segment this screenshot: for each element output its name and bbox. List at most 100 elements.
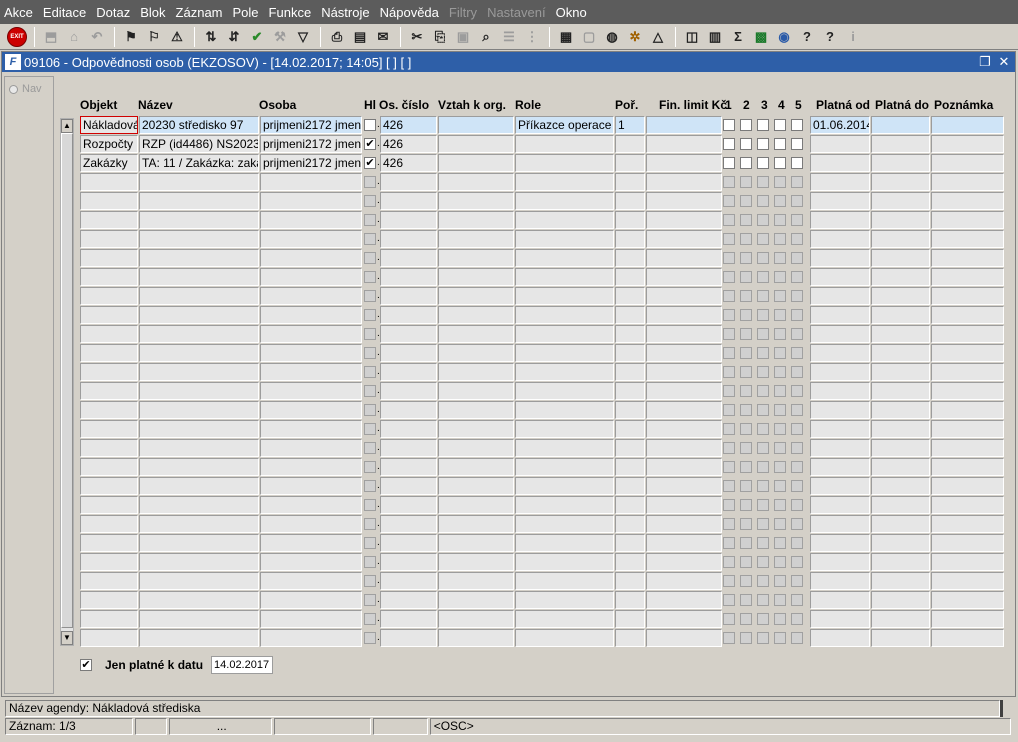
cell-osoba[interactable] <box>260 477 362 495</box>
cell-nazev[interactable] <box>139 591 259 609</box>
cell-vztah[interactable] <box>438 439 514 457</box>
cell-os-cislo[interactable] <box>380 420 437 438</box>
cell-platna-od[interactable] <box>810 382 870 400</box>
cell-por[interactable] <box>615 572 645 590</box>
cell-osoba[interactable] <box>260 249 362 267</box>
cell-nazev[interactable] <box>139 496 259 514</box>
table-row[interactable]: . <box>62 534 1008 553</box>
cell-platna-od[interactable] <box>810 439 870 457</box>
cell-poznamka[interactable] <box>931 249 1004 267</box>
hl-checkbox[interactable] <box>364 176 376 188</box>
cell-osoba[interactable] <box>260 306 362 324</box>
flag-2-checkbox[interactable] <box>740 499 752 511</box>
flag-4-checkbox[interactable] <box>774 575 786 587</box>
cell-objekt[interactable] <box>80 420 138 438</box>
cell-vztah[interactable] <box>438 591 514 609</box>
cell-vztah[interactable] <box>438 363 514 381</box>
cell-osoba[interactable]: prijmeni2172 jmeno2172 <box>260 116 362 134</box>
table-row[interactable]: RozpočtyRZP (id4486) NS20230 / 2014prijm… <box>62 135 1008 154</box>
flag-2-checkbox[interactable] <box>740 271 752 283</box>
menu-item-1[interactable]: Editace <box>43 5 86 20</box>
cell-osoba[interactable] <box>260 439 362 457</box>
flag-4-checkbox[interactable] <box>774 138 786 150</box>
cell-vztah[interactable] <box>438 192 514 210</box>
cell-platna-do[interactable] <box>871 135 930 153</box>
cell-objekt[interactable]: Rozpočty <box>80 135 138 153</box>
table-row[interactable]: . <box>62 287 1008 306</box>
table-row[interactable]: . <box>62 553 1008 572</box>
cell-platna-od[interactable] <box>810 629 870 647</box>
cell-os-cislo[interactable] <box>380 629 437 647</box>
flag-1-checkbox[interactable] <box>723 328 735 340</box>
cell-os-cislo[interactable] <box>380 249 437 267</box>
hl-checkbox[interactable] <box>364 385 376 397</box>
flag-4-checkbox[interactable] <box>774 119 786 131</box>
hl-checkbox[interactable] <box>364 632 376 644</box>
cell-fin-limit[interactable] <box>646 382 722 400</box>
flag-5-checkbox[interactable] <box>791 423 803 435</box>
flag-5-checkbox[interactable] <box>791 195 803 207</box>
hl-checkbox[interactable] <box>364 252 376 264</box>
cell-fin-limit[interactable] <box>646 534 722 552</box>
cell-platna-do[interactable] <box>871 268 930 286</box>
hl-checkbox[interactable] <box>364 233 376 245</box>
cell-os-cislo[interactable] <box>380 572 437 590</box>
cell-por[interactable]: 1 <box>615 116 645 134</box>
cell-platna-od[interactable] <box>810 458 870 476</box>
vertical-scrollbar[interactable]: ▲ ▼ <box>60 118 74 646</box>
cell-fin-limit[interactable] <box>646 344 722 362</box>
cell-vztah[interactable] <box>438 116 514 134</box>
cell-osoba[interactable] <box>260 458 362 476</box>
col-header-fin-limit[interactable]: Fin. limit Kč <box>659 98 727 112</box>
flag-4-checkbox[interactable] <box>774 366 786 378</box>
menu-item-3[interactable]: Blok <box>140 5 165 20</box>
cell-por[interactable] <box>615 420 645 438</box>
cell-nazev[interactable] <box>139 610 259 628</box>
cell-objekt[interactable] <box>80 534 138 552</box>
flag-3-checkbox[interactable] <box>757 138 769 150</box>
cell-poznamka[interactable] <box>931 173 1004 191</box>
col-header-5[interactable]: 5 <box>795 98 802 112</box>
cell-role[interactable] <box>515 420 614 438</box>
flag-2-checkbox[interactable] <box>740 404 752 416</box>
flag-5-checkbox[interactable] <box>791 138 803 150</box>
cell-poznamka[interactable] <box>931 116 1004 134</box>
cell-role[interactable] <box>515 477 614 495</box>
flag-1-checkbox[interactable] <box>723 404 735 416</box>
cell-objekt[interactable] <box>80 553 138 571</box>
flag-1-checkbox[interactable] <box>723 423 735 435</box>
cell-os-cislo[interactable] <box>380 287 437 305</box>
cell-platna-do[interactable] <box>871 610 930 628</box>
cell-os-cislo[interactable] <box>380 268 437 286</box>
cell-fin-limit[interactable] <box>646 458 722 476</box>
attachment-icon[interactable]: ▦ <box>555 26 577 48</box>
col-header-1[interactable]: 1 <box>725 98 732 112</box>
flag-1-checkbox[interactable] <box>723 214 735 226</box>
cell-fin-limit[interactable] <box>646 154 722 172</box>
col-header-4[interactable]: 4 <box>778 98 785 112</box>
cell-platna-od[interactable] <box>810 306 870 324</box>
cell-platna-od[interactable]: 01.06.2014 <box>810 116 870 134</box>
flag-1-checkbox[interactable] <box>723 176 735 188</box>
table-row[interactable]: . <box>62 458 1008 477</box>
flag-1-checkbox[interactable] <box>723 195 735 207</box>
flag-4-checkbox[interactable] <box>774 613 786 625</box>
cell-osoba[interactable] <box>260 496 362 514</box>
cell-nazev[interactable] <box>139 515 259 533</box>
flag-1-checkbox[interactable] <box>723 442 735 454</box>
cell-vztah[interactable] <box>438 211 514 229</box>
cell-os-cislo[interactable] <box>380 344 437 362</box>
cell-poznamka[interactable] <box>931 610 1004 628</box>
nav-radio[interactable]: Nav <box>9 83 53 95</box>
cell-nazev[interactable] <box>139 420 259 438</box>
flag-1-checkbox[interactable] <box>723 309 735 321</box>
hl-checkbox[interactable] <box>364 461 376 473</box>
table-row[interactable]: . <box>62 192 1008 211</box>
cell-nazev[interactable] <box>139 306 259 324</box>
cell-os-cislo[interactable] <box>380 553 437 571</box>
hl-checkbox[interactable] <box>364 442 376 454</box>
cell-role[interactable] <box>515 249 614 267</box>
cell-os-cislo[interactable] <box>380 192 437 210</box>
cell-fin-limit[interactable] <box>646 610 722 628</box>
cell-os-cislo[interactable] <box>380 325 437 343</box>
